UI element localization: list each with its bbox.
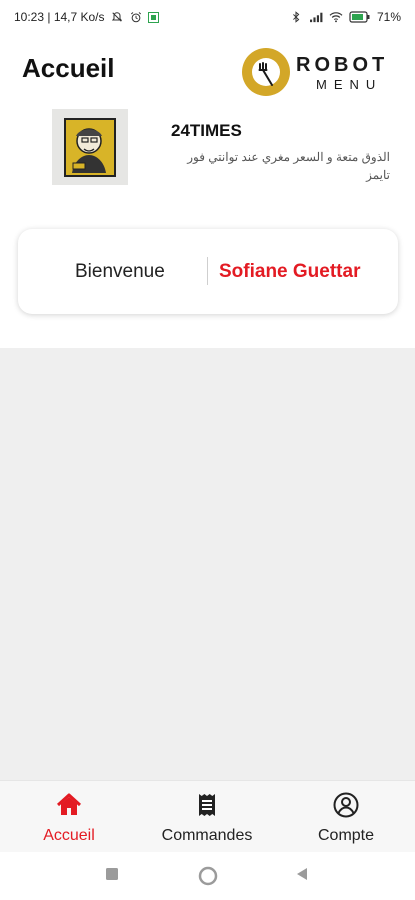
account-icon (333, 792, 359, 818)
logo-word: ROBOT (296, 54, 389, 76)
fork-logo-icon (242, 48, 290, 96)
receipt-icon (199, 794, 215, 816)
nav-item-accueil[interactable]: Accueil (0, 781, 138, 853)
system-navigation-bar (0, 852, 415, 900)
divider (207, 257, 208, 285)
battery-level: 71 (376, 10, 391, 24)
bluetooth-icon (293, 11, 300, 23)
status-bar: 10:23 | 14,7 Ko/s 71% (0, 0, 415, 34)
battery-icon (349, 11, 370, 23)
nav-item-compte[interactable]: Compte (277, 781, 415, 853)
nav-label-compte: Compte (317, 827, 375, 844)
alarm-icon (130, 12, 141, 23)
home-icon (56, 793, 82, 815)
restaurant-image (52, 109, 128, 185)
back-button[interactable] (294, 866, 310, 882)
restaurant-name: 24TIMES (171, 121, 242, 140)
bottom-navigation: Accueil Commandes Compte (0, 780, 415, 853)
logo-subword: MENU (316, 77, 383, 92)
welcome-label: Bienvenue (75, 261, 165, 282)
robot-menu-logo: ROBOT MENU (240, 46, 400, 98)
notification-icon (147, 11, 159, 23)
nav-item-commandes[interactable]: Commandes (138, 781, 276, 853)
recents-button[interactable] (104, 866, 120, 882)
nav-label-accueil: Accueil (43, 827, 95, 844)
content-area (0, 348, 415, 780)
app-header: Accueil ROBOT MENU (0, 34, 415, 108)
welcome-card: Bienvenue Sofiane Guettar (18, 229, 398, 314)
nav-label-commandes: Commandes (161, 827, 253, 844)
signal-icon (309, 12, 323, 23)
status-time: 10:23 | 14,7 Ko/s (14, 10, 105, 24)
home-button[interactable] (198, 866, 218, 886)
restaurant-description: الذوق متعة و السعر مغري عند توانتي فور ت… (187, 150, 390, 182)
wifi-icon (329, 12, 343, 23)
page-title: Accueil (22, 53, 115, 83)
user-name: Sofiane Guettar (219, 261, 361, 282)
muted-bell-icon (111, 12, 122, 22)
